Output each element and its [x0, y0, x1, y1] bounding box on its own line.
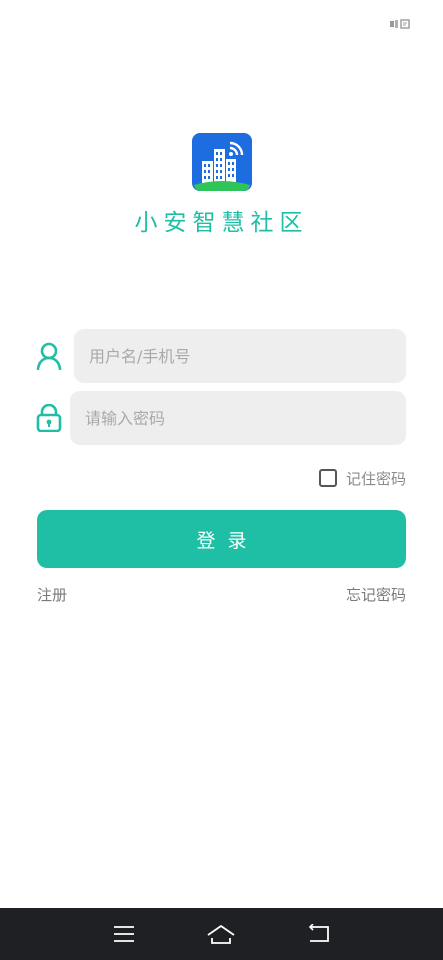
status-notification-icon: [389, 18, 411, 30]
app-logo: [192, 133, 252, 191]
menu-icon[interactable]: [109, 922, 139, 946]
app-title: 小安智慧社区: [134, 210, 309, 236]
username-input[interactable]: [87, 345, 393, 367]
forgot-password-link[interactable]: 忘记密码: [346, 584, 406, 605]
password-field[interactable]: [70, 391, 406, 445]
password-input[interactable]: [83, 407, 393, 429]
system-nav-bar: [0, 908, 443, 960]
back-icon[interactable]: [304, 922, 334, 946]
user-icon: [36, 342, 62, 371]
login-button[interactable]: 登录: [37, 510, 406, 568]
remember-password-label: 记住密码: [345, 469, 406, 488]
remember-password-checkbox[interactable]: [318, 469, 337, 487]
home-icon[interactable]: [206, 922, 236, 946]
lock-icon: [36, 403, 62, 433]
register-link[interactable]: 注册: [37, 584, 67, 605]
username-field[interactable]: [74, 329, 406, 383]
remember-password-toggle[interactable]: 记住密码: [318, 467, 406, 489]
